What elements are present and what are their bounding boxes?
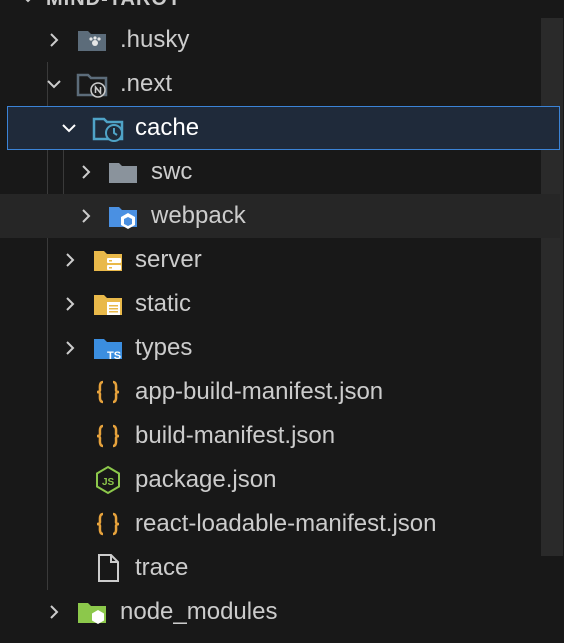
- chevron-right-icon: [50, 605, 59, 619]
- tree-item-label: webpack: [151, 202, 246, 229]
- chevron-down-icon: [47, 80, 61, 89]
- tree-item-react-loadable-manifest[interactable]: react-loadable-manifest.json: [0, 502, 560, 546]
- tree-item-types[interactable]: TS types: [0, 326, 560, 370]
- nodejs-file-icon: JS: [96, 465, 120, 495]
- chevron-right-icon: [66, 297, 75, 311]
- node-modules-folder-icon: [78, 603, 106, 624]
- tree-item-label: react-loadable-manifest.json: [135, 510, 437, 537]
- next-folder-icon: [76, 73, 108, 98]
- folder-icon: [109, 163, 137, 183]
- tree-item-next[interactable]: .next: [0, 62, 560, 106]
- tree-item-label: cache: [135, 114, 200, 141]
- typescript-folder-icon: TS: [94, 339, 122, 362]
- chevron-down-icon: [25, 0, 31, 3]
- chevron-right-icon: [66, 341, 75, 355]
- chevron-right-icon: [50, 33, 59, 47]
- chevron-right-icon: [82, 209, 91, 223]
- svg-text:JS: JS: [102, 477, 115, 488]
- husky-folder-icon: [78, 31, 106, 51]
- tree-item-app-build-manifest[interactable]: app-build-manifest.json: [0, 370, 560, 414]
- tree-item-swc[interactable]: swc: [0, 150, 560, 194]
- tree-item-static[interactable]: static: [0, 282, 560, 326]
- chevron-down-icon: [62, 124, 76, 133]
- tree-item-build-manifest[interactable]: build-manifest.json: [0, 414, 560, 458]
- tree-item-trace[interactable]: trace: [0, 546, 560, 590]
- tree-item-node-modules[interactable]: node_modules: [0, 590, 560, 634]
- tree-item-label: package.json: [135, 466, 277, 493]
- chevron-right-icon: [82, 165, 91, 179]
- tree-item-label: server: [135, 246, 202, 273]
- tree-item-husky[interactable]: .husky: [0, 18, 560, 62]
- json-file-icon: [96, 424, 120, 448]
- tree-item-label: .husky: [120, 26, 190, 53]
- json-file-icon: [96, 380, 120, 404]
- tree-item-label: types: [135, 334, 193, 361]
- tree-item-label: static: [135, 290, 192, 317]
- tree-item-label: app-build-manifest.json: [135, 378, 384, 405]
- json-file-icon: [96, 512, 120, 536]
- tree-item-server[interactable]: server: [0, 238, 560, 282]
- static-folder-icon: [94, 295, 122, 315]
- tree-item-label: trace: [135, 554, 189, 581]
- chevron-right-icon: [66, 253, 75, 267]
- tree-item-label: .next: [120, 70, 173, 97]
- cache-folder-icon: [92, 117, 124, 142]
- server-folder-icon: [94, 251, 122, 271]
- svg-text:TS: TS: [107, 350, 121, 362]
- webpack-folder-icon: [109, 207, 137, 229]
- tree-item-package-json[interactable]: JS package.json: [0, 458, 560, 502]
- tree-item-label: build-manifest.json: [135, 422, 336, 449]
- section-title: MIND-TAROT: [46, 0, 181, 11]
- tree-item-cache[interactable]: cache: [7, 106, 560, 150]
- tree-item-label: swc: [151, 158, 193, 185]
- tree-item-label: node_modules: [120, 598, 278, 625]
- tree-item-webpack[interactable]: webpack: [0, 194, 560, 238]
- file-icon: [98, 554, 119, 582]
- explorer-section-header[interactable]: MIND-TAROT: [0, 0, 564, 14]
